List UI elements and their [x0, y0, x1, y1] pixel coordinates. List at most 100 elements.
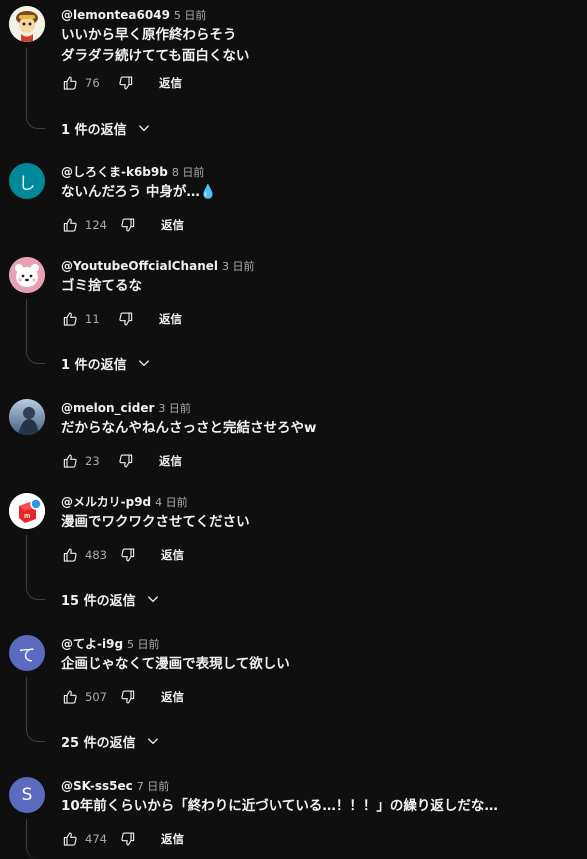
like-button[interactable] [61, 688, 79, 706]
comment-time[interactable]: 3 日前 [158, 402, 191, 415]
comment-author[interactable]: @SK-ss5ec [61, 779, 133, 793]
comment-author[interactable]: @てよ-i9g [61, 637, 123, 651]
thumbs-down-icon [119, 76, 133, 90]
replies-count: 25 件の返信 [61, 735, 136, 751]
comment-time[interactable]: 3 日前 [222, 260, 255, 273]
like-count: 76 [85, 76, 100, 90]
comment-time[interactable]: 5 日前 [174, 9, 207, 22]
comment-text: 企画じゃなくて漫画で表現して欲しい [61, 656, 290, 672]
avatar[interactable] [9, 257, 45, 293]
dislike-button[interactable] [117, 452, 135, 470]
comment-actions: 124 返信 [61, 215, 184, 235]
comment-author[interactable]: @YoutubeOffcialChanel [61, 259, 218, 273]
comment-author[interactable]: @melon_cider [61, 401, 154, 415]
comment-header: @SK-ss5ec 7 日前 [61, 777, 169, 793]
reply-button[interactable]: 返信 [161, 547, 184, 563]
avatar[interactable]: m [9, 493, 45, 529]
comment-header: @lemontea6049 5 日前 [61, 6, 206, 22]
reply-button[interactable]: 返信 [161, 831, 184, 847]
replies-toggle[interactable]: 1 件の返信 [61, 119, 152, 138]
avatar[interactable]: て [9, 635, 45, 671]
comment-author[interactable]: @メルカリ-p9d [61, 495, 151, 509]
thumbs-down-icon [121, 548, 135, 562]
dislike-button[interactable] [117, 74, 135, 92]
avatar[interactable]: し [9, 163, 45, 199]
replies-toggle[interactable]: 25 件の返信 [61, 732, 161, 751]
like-button[interactable] [61, 546, 79, 564]
dislike-button[interactable] [119, 546, 137, 564]
thumbs-up-icon [63, 690, 77, 704]
comment: S @SK-ss5ec 7 日前 10年前くらいから「終わりに近づいている…！！！… [0, 777, 587, 859]
like-button[interactable] [61, 452, 79, 470]
dislike-button[interactable] [119, 830, 137, 848]
thumbs-up-icon [63, 548, 77, 562]
comment-text: 10年前くらいから「終わりに近づいている…！！！」の繰り返しだな… [61, 798, 498, 814]
avatar[interactable] [9, 399, 45, 435]
anime-character-avatar-icon [9, 399, 45, 435]
reply-button[interactable]: 返信 [159, 453, 182, 469]
comment-time[interactable]: 7 日前 [137, 780, 170, 793]
like-count: 483 [85, 548, 107, 562]
thumbs-down-icon [119, 312, 133, 326]
dislike-button[interactable] [117, 310, 135, 328]
comment-text: だからなんやねんさっさと完結させろやw [61, 420, 317, 436]
reply-button[interactable]: 返信 [161, 217, 184, 233]
comment-actions: 11 返信 [61, 309, 182, 329]
like-count: 507 [85, 690, 107, 704]
like-button[interactable] [61, 310, 79, 328]
thumbs-up-icon [63, 454, 77, 468]
like-button[interactable] [61, 216, 79, 234]
thread-line [26, 535, 45, 600]
comment-header: @YoutubeOffcialChanel 3 日前 [61, 257, 254, 273]
like-count: 124 [85, 218, 107, 232]
comment-header: @melon_cider 3 日前 [61, 399, 191, 415]
cartoon-character-avatar-icon [9, 6, 45, 42]
avatar-letter: し [18, 173, 36, 194]
replies-count: 1 件の返信 [61, 122, 127, 138]
like-count: 23 [85, 454, 100, 468]
comment-text: ゴミ捨てるな [61, 278, 142, 294]
reply-button[interactable]: 返信 [159, 75, 182, 91]
thumbs-up-icon [63, 76, 77, 90]
white-bear-avatar-icon [9, 257, 45, 293]
like-count: 474 [85, 832, 107, 846]
thumbs-down-icon [119, 454, 133, 468]
chevron-down-icon [147, 738, 158, 745]
like-count: 11 [85, 312, 100, 326]
reply-button[interactable]: 返信 [161, 689, 184, 705]
thread-line [26, 677, 45, 742]
comment-author[interactable]: @しろくま-k6b9b [61, 165, 168, 179]
thread-line [26, 299, 45, 364]
dislike-button[interactable] [119, 216, 137, 234]
comment-header: @てよ-i9g 5 日前 [61, 635, 160, 651]
like-button[interactable] [61, 74, 79, 92]
comment: m @メルカリ-p9d 4 日前 漫画でワクワクさせてください 483 返信 15… [0, 493, 587, 633]
comment-header: @しろくま-k6b9b 8 日前 [61, 163, 204, 179]
comment-actions: 507 返信 [61, 687, 184, 707]
thumbs-up-icon [63, 218, 77, 232]
thumbs-up-icon [63, 312, 77, 326]
mercari-logo-avatar-icon: m [9, 493, 45, 529]
comment-header: @メルカリ-p9d 4 日前 [61, 493, 188, 509]
replies-toggle[interactable]: 1 件の返信 [61, 354, 152, 373]
comment-actions: 23 返信 [61, 451, 182, 471]
avatar[interactable]: S [9, 777, 45, 813]
thumbs-down-icon [121, 690, 135, 704]
like-button[interactable] [61, 830, 79, 848]
comment-time[interactable]: 8 日前 [172, 166, 205, 179]
avatar-letter: S [21, 785, 33, 805]
comment-time[interactable]: 4 日前 [155, 496, 188, 509]
comment-text: いいから早く原作終わらそう ダラダラ続けてても面白くない [61, 27, 250, 64]
replies-count: 15 件の返信 [61, 593, 136, 609]
reply-button[interactable]: 返信 [159, 311, 182, 327]
chevron-down-icon [138, 360, 149, 367]
dislike-button[interactable] [119, 688, 137, 706]
replies-toggle[interactable]: 15 件の返信 [61, 590, 161, 609]
thumbs-down-icon [121, 218, 135, 232]
comment-author[interactable]: @lemontea6049 [61, 8, 170, 22]
comment-time[interactable]: 5 日前 [127, 638, 160, 651]
comment: て @てよ-i9g 5 日前 企画じゃなくて漫画で表現して欲しい 507 返信 2… [0, 635, 587, 775]
comment-text: 漫画でワクワクさせてください [61, 514, 250, 530]
thread-line [26, 48, 45, 129]
avatar[interactable] [9, 6, 45, 42]
